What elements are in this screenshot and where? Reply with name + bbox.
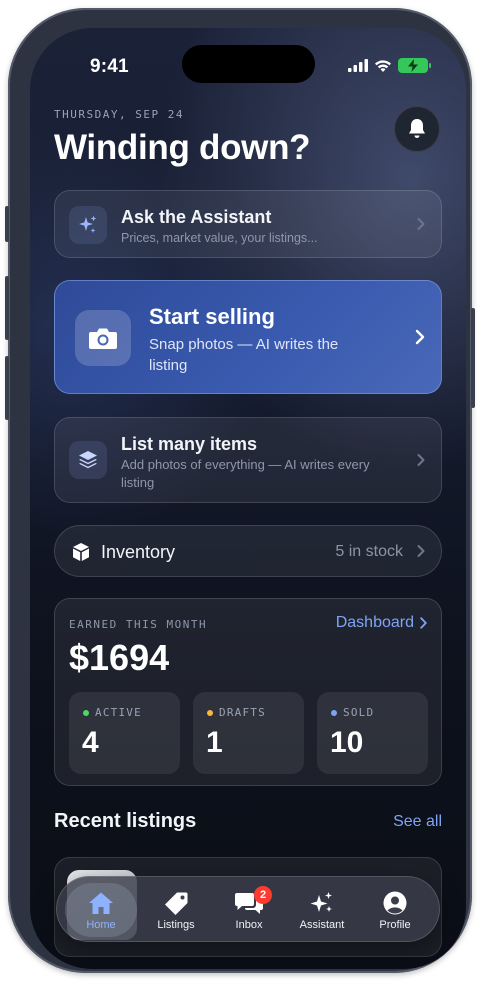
tab-listings[interactable]: Listings <box>140 883 212 937</box>
house-icon <box>89 892 113 914</box>
layers-icon <box>79 451 97 469</box>
stack-icon-box <box>69 441 107 479</box>
page-title: Winding down? <box>54 128 311 167</box>
tab-inbox-label: Inbox <box>235 919 263 931</box>
sparkles-icon <box>79 215 97 233</box>
chevron-right-icon <box>420 617 427 629</box>
side-button <box>471 308 475 408</box>
ask-assistant-card[interactable]: Ask the Assistant Prices, market value, … <box>54 190 442 258</box>
inventory-label: Inventory <box>101 542 176 562</box>
phone-frame: 9:41 THURSDAY, SEP 24 Winding down? Ask … <box>5 8 475 973</box>
chevron-right-icon <box>415 329 425 345</box>
assistant-card-subtitle: Prices, market value, your listings... <box>121 231 318 245</box>
battery-icon <box>398 58 431 73</box>
stat-sold-label: SOLD <box>343 706 375 719</box>
tab-profile[interactable]: Profile <box>359 883 431 937</box>
tab-listings-label: Listings <box>157 919 195 931</box>
bell-icon <box>409 119 425 138</box>
start-selling-title: Start selling <box>149 304 275 329</box>
see-all-link[interactable]: See all <box>393 813 442 831</box>
inventory-row[interactable]: Inventory 5 in stock <box>54 525 442 577</box>
tab-home[interactable]: Home <box>65 883 137 937</box>
cellular-signal-icon <box>348 59 368 72</box>
start-selling-subtitle: Snap photos — AI writes the listing <box>149 336 339 374</box>
stat-drafts-value: 1 <box>206 726 223 759</box>
start-selling-card[interactable]: Start selling Snap photos — AI writes th… <box>54 280 442 394</box>
tab-inbox[interactable]: 2 Inbox <box>213 883 285 937</box>
dynamic-island <box>182 45 315 83</box>
drafts-dot <box>207 709 213 716</box>
list-many-items-card[interactable]: List many items Add photos of everything… <box>54 417 442 503</box>
status-time: 9:41 <box>90 56 129 77</box>
earnings-amount: $1694 <box>69 637 170 678</box>
stat-active-label: ACTIVE <box>95 706 142 719</box>
tab-profile-label: Profile <box>379 919 411 931</box>
notifications-button[interactable] <box>394 106 440 152</box>
earnings-label: EARNED THIS MONTH <box>69 618 208 631</box>
box-icon <box>73 543 89 561</box>
volume-down-button <box>5 356 9 420</box>
stat-active[interactable]: ACTIVE 4 <box>69 692 180 774</box>
camera-icon <box>89 328 117 349</box>
stat-drafts-label: DRAFTS <box>219 706 266 719</box>
person-circle-icon <box>383 891 407 915</box>
wifi-icon <box>375 60 391 72</box>
inventory-count: 5 in stock <box>335 543 403 560</box>
charging-bolt-icon <box>408 59 418 72</box>
sold-dot <box>331 709 337 716</box>
recent-listings-title: Recent listings <box>54 810 197 832</box>
dashboard-link[interactable]: Dashboard <box>336 614 427 632</box>
list-many-title: List many items <box>121 434 258 454</box>
dashboard-link-label: Dashboard <box>335 614 414 631</box>
tab-bar: Home Listings 2 Inbox Assistant Profile <box>56 876 440 942</box>
date-label: THURSDAY, SEP 24 <box>54 108 184 121</box>
camera-icon-box <box>75 310 131 366</box>
chevron-right-icon <box>417 545 425 557</box>
chevron-right-icon <box>417 218 425 230</box>
volume-up-button <box>5 276 9 340</box>
tag-icon <box>165 892 188 915</box>
screen: 9:41 THURSDAY, SEP 24 Winding down? Ask … <box>30 28 466 969</box>
stat-sold[interactable]: SOLD 10 <box>317 692 428 774</box>
sparkles-icon <box>310 892 332 912</box>
tab-assistant[interactable]: Assistant <box>286 883 358 937</box>
list-many-subtitle: Add photos of everything — AI writes eve… <box>121 457 370 490</box>
tab-home-label: Home <box>86 919 116 931</box>
earnings-card: EARNED THIS MONTH Dashboard $1694 ACTIVE… <box>54 598 442 786</box>
stat-active-value: 4 <box>82 726 99 759</box>
stat-sold-value: 10 <box>330 726 364 759</box>
stat-drafts[interactable]: DRAFTS 1 <box>193 692 304 774</box>
status-icons <box>348 58 431 73</box>
active-dot <box>83 709 89 716</box>
chevron-right-icon <box>417 454 425 466</box>
tab-assistant-label: Assistant <box>299 919 345 931</box>
inbox-badge: 2 <box>254 886 272 904</box>
action-button <box>5 206 9 242</box>
assistant-card-title: Ask the Assistant <box>121 207 272 227</box>
assistant-icon-box <box>69 206 107 244</box>
